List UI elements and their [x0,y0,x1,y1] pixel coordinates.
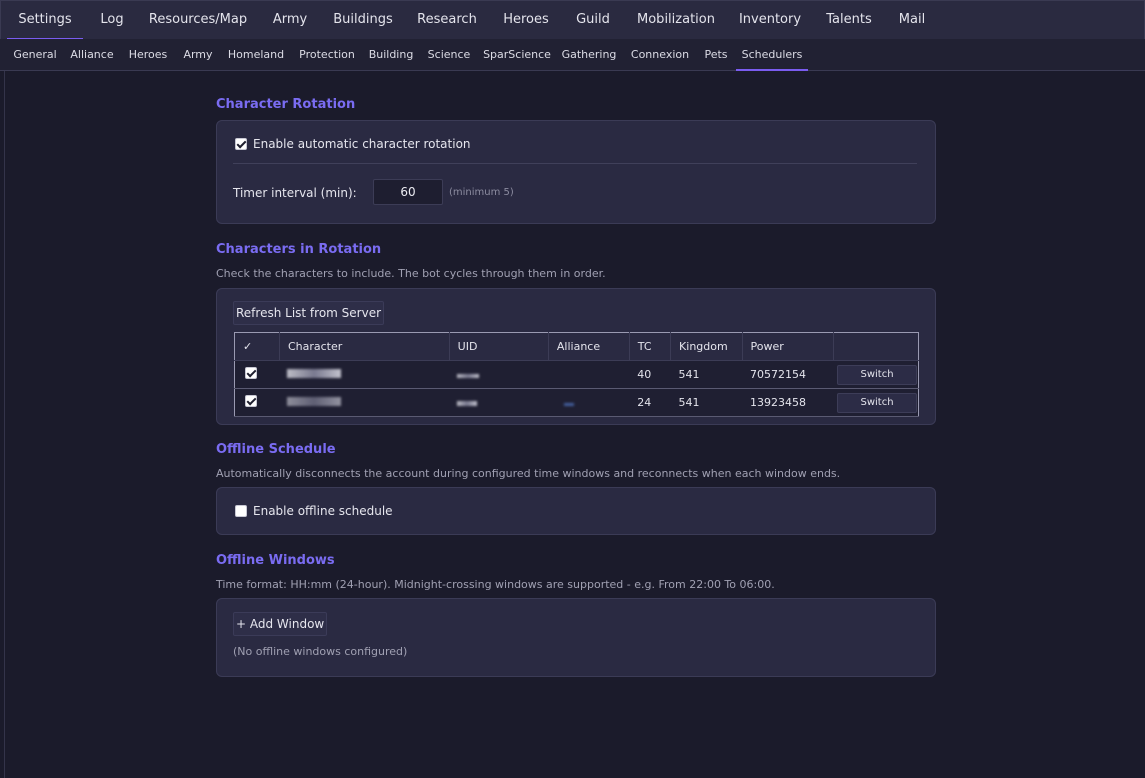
tab-buildings[interactable]: Buildings [329,1,397,39]
offline-windows-description: Time format: HH:mm (24-hour). Midnight-c… [216,578,775,591]
tab-log[interactable]: Log [90,1,134,39]
tab-heroes[interactable]: Heroes [497,1,555,39]
power-cell: 13923458 [742,388,833,417]
tab-mail[interactable]: Mail [893,1,931,39]
col-power-header[interactable]: Power [742,332,834,361]
subtab-general[interactable]: General [10,39,60,70]
left-border [4,71,5,778]
col-alliance-header[interactable]: Alliance [548,332,630,361]
characters-table: ✓ Character UID Alliance TC Kingdom Powe… [234,332,919,417]
no-windows-text: (No offline windows configured) [233,645,408,658]
enable-offline-schedule-label: Enable offline schedule [253,504,393,518]
characters-card: Refresh List from Server ✓ Character UID… [216,288,936,425]
subtab-schedulers[interactable]: Schedulers [736,39,808,71]
uid-redacted [449,388,549,417]
switch-button[interactable]: Switch [837,364,917,385]
switch-button[interactable]: Switch [837,392,917,413]
subtab-pets[interactable]: Pets [701,39,731,70]
subtab-gathering[interactable]: Gathering [560,39,618,70]
tab-settings[interactable]: Settings [7,1,83,40]
character-name-redacted [279,360,450,389]
characters-description: Check the characters to include. The bot… [216,267,606,280]
subtab-sparscience[interactable]: SparScience [482,39,552,70]
enable-offline-schedule-checkbox[interactable] [235,505,247,517]
offline-schedule-description: Automatically disconnects the account du… [216,467,841,480]
character-rotation-card: Enable automatic character rotation Time… [216,120,936,224]
timer-interval-hint: (minimum 5) [449,187,514,198]
col-tc-header[interactable]: TC [629,332,672,361]
row-include-checkbox[interactable] [245,395,257,407]
timer-interval-label: Timer interval (min): [233,186,357,200]
kingdom-cell: 541 [670,388,743,417]
offline-windows-title: Offline Windows [216,553,335,568]
row-include-checkbox[interactable] [245,367,257,379]
subtab-heroes[interactable]: Heroes [125,39,171,70]
col-check-header[interactable]: ✓ [234,332,280,361]
characters-title: Characters in Rotation [216,242,382,257]
character-name-redacted [279,388,450,417]
subtab-building[interactable]: Building [366,39,416,70]
tc-cell: 40 [629,360,671,389]
tab-inventory[interactable]: Inventory [735,1,805,39]
alliance-redacted [548,388,630,417]
main-tab-bar: Settings Log Resources/Map Army Building… [0,0,1145,40]
col-kingdom-header[interactable]: Kingdom [670,332,743,361]
col-character-header[interactable]: Character [279,332,450,361]
enable-rotation-checkbox[interactable] [235,138,247,150]
table-row: 24 541 13923458 Switch [234,388,919,417]
tab-talents[interactable]: Talents [819,1,879,39]
tab-mobilization[interactable]: Mobilization [631,1,721,39]
subtab-connexion[interactable]: Connexion [628,39,692,70]
col-action-header [833,332,919,361]
refresh-list-button[interactable]: Refresh List from Server [233,301,385,325]
col-uid-header[interactable]: UID [449,332,549,361]
subtab-army[interactable]: Army [180,39,216,70]
power-cell: 70572154 [742,360,833,389]
tab-army[interactable]: Army [267,1,313,39]
sub-tab-bar: General Alliance Heroes Army Homeland Pr… [0,39,1145,71]
kingdom-cell: 541 [670,360,743,389]
uid-redacted [449,360,549,389]
character-rotation-title: Character Rotation [216,97,356,112]
enable-rotation-label: Enable automatic character rotation [253,137,471,151]
offline-schedule-title: Offline Schedule [216,442,336,457]
tab-research[interactable]: Research [413,1,481,39]
subtab-alliance[interactable]: Alliance [68,39,116,70]
tc-cell: 24 [629,388,671,417]
add-window-button[interactable]: + Add Window [233,612,328,636]
offline-schedule-card: Enable offline schedule [216,487,936,535]
alliance-redacted [548,360,630,389]
timer-interval-input[interactable]: 60 [373,179,443,205]
subtab-homeland[interactable]: Homeland [226,39,286,70]
tab-resources-map[interactable]: Resources/Map [146,1,250,39]
table-row: 40 541 70572154 Switch [234,360,919,389]
rotation-divider [233,163,917,164]
offline-windows-card: + Add Window (No offline windows configu… [216,598,936,677]
tab-guild[interactable]: Guild [569,1,617,39]
subtab-science[interactable]: Science [426,39,472,70]
subtab-protection[interactable]: Protection [296,39,358,70]
